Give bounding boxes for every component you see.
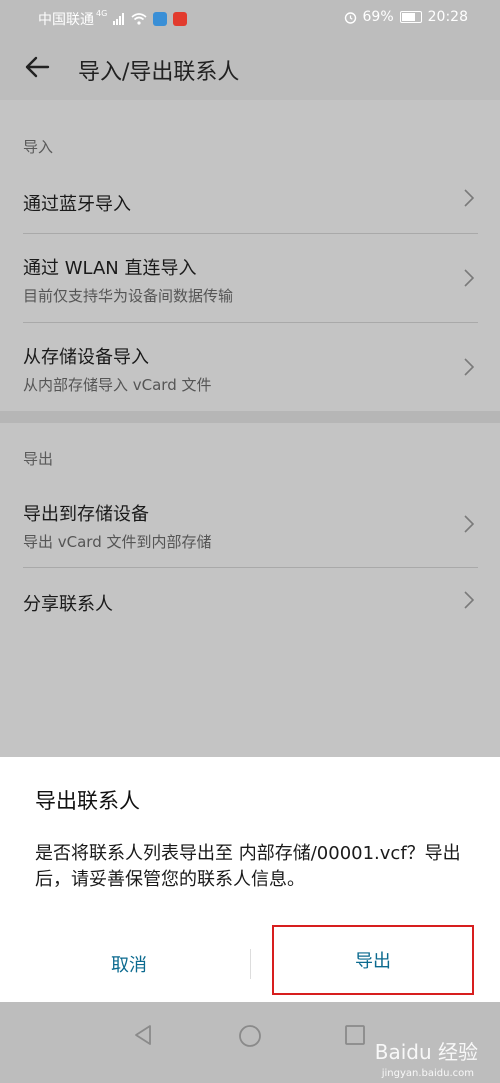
circle-home-icon [239,1025,261,1047]
navigation-bar: Baidu 经验 jingyan.baidu.com [0,1002,500,1083]
watermark: Baidu 经验 [374,1040,478,1064]
dialog-title: 导出联系人 [35,789,140,813]
square-recent-icon [345,1025,365,1045]
item-title: 通过 WLAN 直连导入 [23,258,197,279]
chevron-right-icon [464,514,475,539]
cancel-button[interactable]: 取消 [20,929,238,999]
export-section-header: 导出 [23,450,54,468]
item-title: 分享联系人 [23,594,113,615]
carrier-label: 中国联通 [38,12,94,28]
list-item-bluetooth-import[interactable]: 通过蓝牙导入 [0,170,500,234]
section-separator [0,411,500,423]
app-notification-icon-2 [173,12,188,26]
export-contacts-dialog: 导出联系人 是否将联系人列表导出至 内部存储/00001.vcf？导出后，请妥善… [0,757,500,1002]
triangle-back-icon [135,1025,151,1045]
nav-recent-button[interactable] [344,1024,366,1050]
page-title: 导入/导出联系人 [78,60,240,85]
chevron-right-icon [464,590,475,615]
button-divider [250,949,251,979]
item-subtitle: 目前仅支持华为设备间数据传输 [23,287,234,305]
status-left: 中国联通 4G [38,9,188,29]
item-title: 通过蓝牙导入 [23,194,131,215]
back-button[interactable] [22,52,54,84]
arrow-left-icon [25,56,50,78]
item-subtitle: 导出 vCard 文件到内部存储 [23,533,212,551]
list-item-share-contacts[interactable]: 分享联系人 [0,568,500,634]
nav-back-button[interactable] [132,1024,154,1050]
item-subtitle: 从内部存储导入 vCard 文件 [23,376,212,394]
app-notification-icon [153,12,168,26]
app-bar: 导入/导出联系人 [0,36,500,100]
battery-icon [399,11,422,23]
item-title: 导出到存储设备 [23,504,149,525]
watermark-url: jingyan.baidu.com [381,1068,474,1079]
status-bar: 中国联通 4G 69% 20:28 [0,0,500,36]
chevron-right-icon [464,188,475,213]
list-item-wlan-import[interactable]: 通过 WLAN 直连导入 目前仅支持华为设备间数据传输 [0,234,500,322]
dialog-buttons: 取消 导出 [0,925,500,1002]
network-label: 4G [96,9,108,18]
chevron-right-icon [464,357,475,382]
list-item-storage-import[interactable]: 从存储设备导入 从内部存储导入 vCard 文件 [0,323,500,411]
export-button[interactable]: 导出 [272,925,474,995]
alarm-icon [344,11,356,24]
nav-home-button[interactable] [238,1024,262,1052]
wifi-icon [131,13,147,25]
item-title: 从存储设备导入 [23,347,149,368]
signal-icon [113,13,125,25]
status-right: 69% 20:28 [344,9,468,25]
settings-list: 导入 通过蓝牙导入 通过 WLAN 直连导入 目前仅支持华为设备间数据传输 从存… [0,100,500,757]
list-item-storage-export[interactable]: 导出到存储设备 导出 vCard 文件到内部存储 [0,480,500,568]
import-section-header: 导入 [23,138,54,156]
battery-percent: 69% [362,9,394,25]
chevron-right-icon [464,268,475,293]
clock: 20:28 [427,9,468,25]
dialog-message: 是否将联系人列表导出至 内部存储/00001.vcf？导出后，请妥善保管您的联系… [35,843,461,890]
